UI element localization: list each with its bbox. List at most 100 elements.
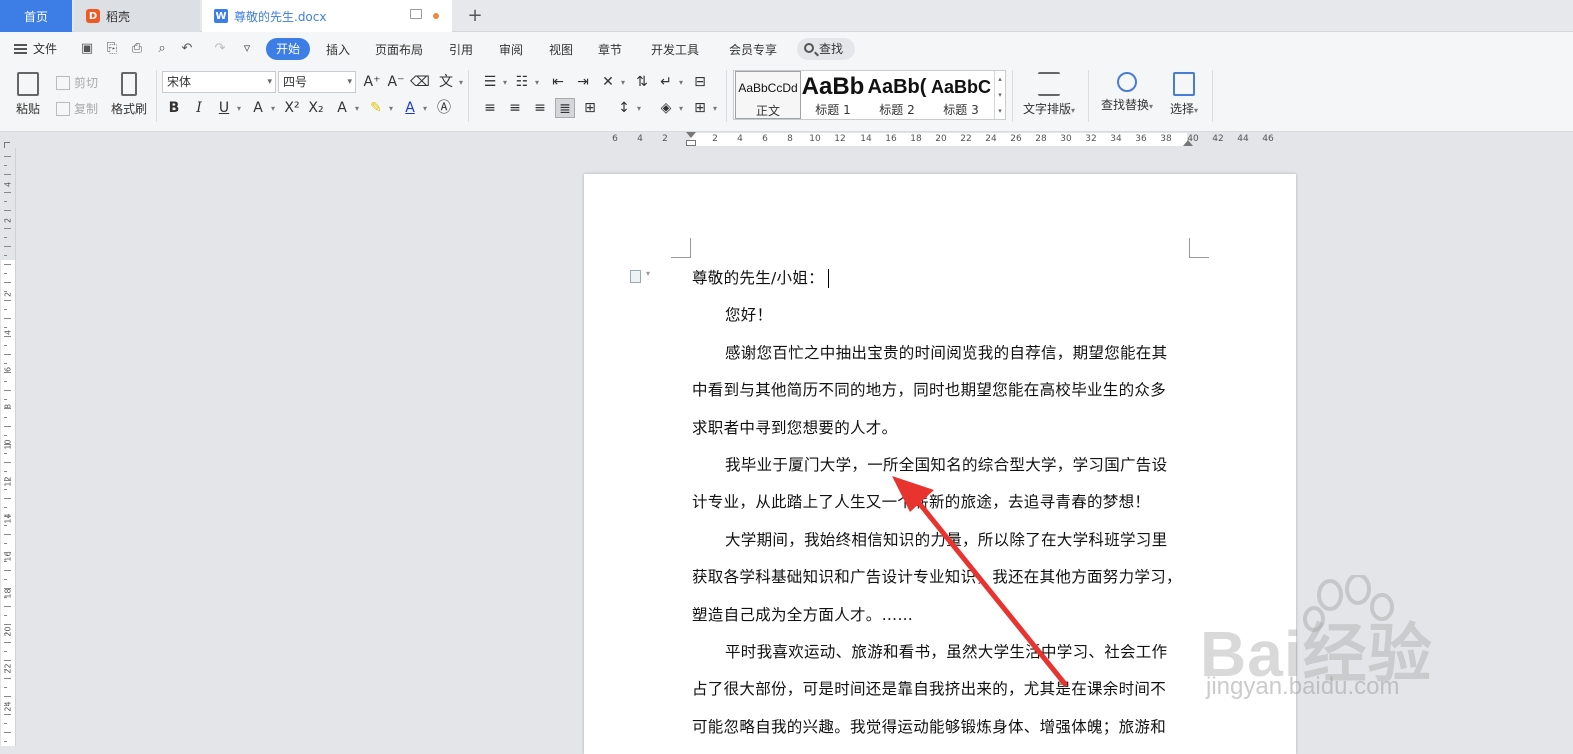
document-text-line[interactable]: 获取各学科基础知识和广告设计专业知识，我还在其他方面努力学习，: [692, 565, 1182, 587]
document-text-line[interactable]: 求职者中寻到您想要的人才。: [692, 416, 897, 438]
cut-button[interactable]: 剪切: [56, 74, 98, 91]
distribute-icon[interactable]: ⊞: [580, 98, 600, 118]
styles-scroll[interactable]: ▴ ▾ ▾: [994, 71, 1005, 119]
text-layout-button[interactable]: 文字排版▾: [1018, 72, 1080, 117]
borders-icon[interactable]: ⊞: [690, 98, 717, 119]
document-text-line[interactable]: 中看到与其他简历不同的地方，同时也期望您能在高校毕业生的众多: [692, 378, 1166, 400]
decrease-indent-icon[interactable]: ⇤: [548, 72, 568, 92]
ruler-tick: [4, 714, 11, 715]
print-preview-icon[interactable]: ⌕: [155, 42, 169, 56]
ruler-tick: [4, 579, 7, 580]
new-tab-plus-icon[interactable]: +: [466, 5, 484, 26]
menu-tab-member[interactable]: 会员专享: [729, 41, 777, 58]
italic-icon[interactable]: I: [189, 98, 209, 118]
line-text: 获取各学科基础知识和广告设计专业知识，我还在其他方面努力学习，: [692, 568, 1182, 587]
line-text: 塑造自己成为全方面人才。……: [692, 605, 914, 624]
style-heading-3[interactable]: AaBbC 标题 3: [928, 71, 994, 119]
justify-icon[interactable]: ≣: [555, 98, 575, 118]
copy-button[interactable]: 复制: [56, 100, 98, 117]
shrink-font-icon[interactable]: A⁻: [386, 72, 406, 92]
grow-font-icon[interactable]: A⁺: [362, 72, 382, 92]
font-name-select[interactable]: 宋体: [162, 71, 276, 93]
document-text-line[interactable]: 计专业，从此踏上了人生又一个崭新的旅途，去追寻青春的梦想！: [692, 490, 1150, 512]
text-effect-icon[interactable]: A: [332, 98, 359, 119]
bullets-icon[interactable]: ☰: [480, 72, 507, 93]
superscript-icon[interactable]: X²: [282, 98, 302, 118]
chinese-layout-icon[interactable]: ✕: [598, 72, 625, 93]
ruler-tick: [4, 291, 7, 292]
tab-daoke[interactable]: D 稻壳: [74, 0, 200, 32]
menu-tab-home[interactable]: 开始: [266, 38, 310, 60]
sort-icon[interactable]: ⇅: [632, 72, 652, 92]
find-replace-button[interactable]: 查找替换▾: [1096, 72, 1158, 113]
ruler-number: 24: [985, 134, 997, 144]
file-menu-button[interactable]: 文件: [14, 40, 57, 57]
tab-home[interactable]: 首页: [0, 0, 72, 32]
vertical-ruler[interactable]: 4224681012141618202224: [0, 148, 16, 746]
style-normal[interactable]: AaBbCcDd 正文: [735, 71, 801, 119]
document-text-line[interactable]: 大学期间，我始终相信知识的力量，所以除了在大学科班学习里: [725, 528, 1167, 550]
menu-tab-references[interactable]: 引用: [449, 41, 473, 58]
ruler-tick: [4, 165, 7, 166]
tab-stops-icon[interactable]: ⊟: [690, 72, 710, 92]
ruler-tick: [4, 210, 11, 211]
document-text-line[interactable]: 塑造自己成为全方面人才。……: [692, 603, 913, 625]
save-icon[interactable]: ▣: [80, 42, 94, 56]
align-left-icon[interactable]: ≡: [480, 98, 500, 118]
document-salutation[interactable]: 尊敬的先生/小姐：: [692, 266, 830, 288]
strikethrough-icon[interactable]: A: [248, 98, 275, 119]
tab-document[interactable]: W 尊敬的先生.docx: [202, 0, 452, 32]
left-indent-marker[interactable]: [686, 140, 696, 146]
undo-icon[interactable]: ↶: [180, 42, 194, 56]
style-heading-2[interactable]: AaBb( 标题 2: [864, 71, 930, 119]
document-text-line[interactable]: 可能忽略自我的兴趣。我觉得运动能够锻炼身体、增强体魄；旅游和: [692, 715, 1166, 737]
paragraph-layout-icon[interactable]: [630, 269, 650, 283]
clear-format-icon[interactable]: ⌫: [410, 72, 430, 92]
numbering-icon[interactable]: ☷: [512, 72, 539, 93]
first-indent-marker[interactable]: [686, 132, 696, 138]
increase-indent-icon[interactable]: ⇥: [573, 72, 593, 92]
paste-button[interactable]: 粘贴: [10, 72, 46, 117]
document-text-line[interactable]: 您好！: [725, 303, 772, 325]
horizontal-ruler[interactable]: 6 4 2 2 4 6 8 10 12 14 16 18 20 22 24 26 28 30 32 34 36 38 40 4…: [0, 132, 1573, 148]
document-text-line[interactable]: 我毕业于厦门大学，一所全国知名的综合型大学，学习国广告设: [725, 453, 1167, 475]
document-text-line[interactable]: 平时我喜欢运动、旅游和看书，虽然大学生活中学习、社会工作: [725, 640, 1167, 662]
shading-icon[interactable]: ◈: [656, 98, 683, 119]
right-indent-marker[interactable]: [1183, 140, 1193, 146]
line-spacing-icon[interactable]: ↕: [614, 98, 641, 119]
format-painter-button[interactable]: 格式刷: [108, 72, 150, 117]
redo-icon[interactable]: ↷: [213, 42, 227, 56]
menu-tab-review[interactable]: 审阅: [499, 41, 523, 58]
select-button[interactable]: 选择▾: [1164, 72, 1204, 117]
monitor-icon[interactable]: [410, 9, 422, 19]
underline-icon[interactable]: U: [214, 98, 241, 119]
font-size-select[interactable]: 四号: [278, 71, 356, 93]
subscript-icon[interactable]: X₂: [306, 98, 326, 118]
highlight-icon[interactable]: ✎: [366, 98, 393, 119]
style-label: 标题 3: [943, 103, 979, 117]
document-page[interactable]: 尊敬的先生/小姐： 您好！ 感谢您百忙之中抽出宝贵的时间阅览我的自荐信，期望您能在其…: [584, 174, 1296, 754]
ruler-tick: [4, 480, 11, 481]
ruler-tick: [4, 156, 11, 157]
customize-dropdown-icon[interactable]: ▿: [240, 42, 254, 56]
search-button[interactable]: 查找: [797, 38, 855, 60]
show-hide-marks-icon[interactable]: ↵: [656, 72, 683, 93]
align-center-icon[interactable]: ≡: [505, 98, 525, 118]
document-text-line[interactable]: 占了很大部份，可是时间还是靠自我挤出来的，尤其是在课余时间不: [692, 677, 1166, 699]
output-icon[interactable]: ⎘: [105, 42, 119, 56]
menu-tab-section[interactable]: 章节: [598, 41, 622, 58]
phonetic-guide-icon[interactable]: 文: [436, 72, 463, 93]
document-text-line[interactable]: 感谢您百忙之中抽出宝贵的时间阅览我的自荐信，期望您能在其: [725, 341, 1167, 363]
ruler-tick: [4, 255, 7, 256]
bold-icon[interactable]: B: [164, 98, 184, 118]
align-right-icon[interactable]: ≡: [530, 98, 550, 118]
menu-tab-page-layout[interactable]: 页面布局: [375, 41, 423, 58]
ruler-tick: [4, 237, 7, 238]
print-icon[interactable]: ⎙: [130, 42, 144, 56]
style-heading-1[interactable]: AaBb 标题 1: [800, 71, 866, 119]
menu-tab-insert[interactable]: 插入: [326, 41, 350, 58]
menu-tab-view[interactable]: 视图: [549, 41, 573, 58]
menu-tab-developer[interactable]: 开发工具: [651, 41, 699, 58]
char-border-icon[interactable]: Ⓐ: [434, 98, 454, 118]
font-color-icon[interactable]: A: [400, 98, 427, 119]
